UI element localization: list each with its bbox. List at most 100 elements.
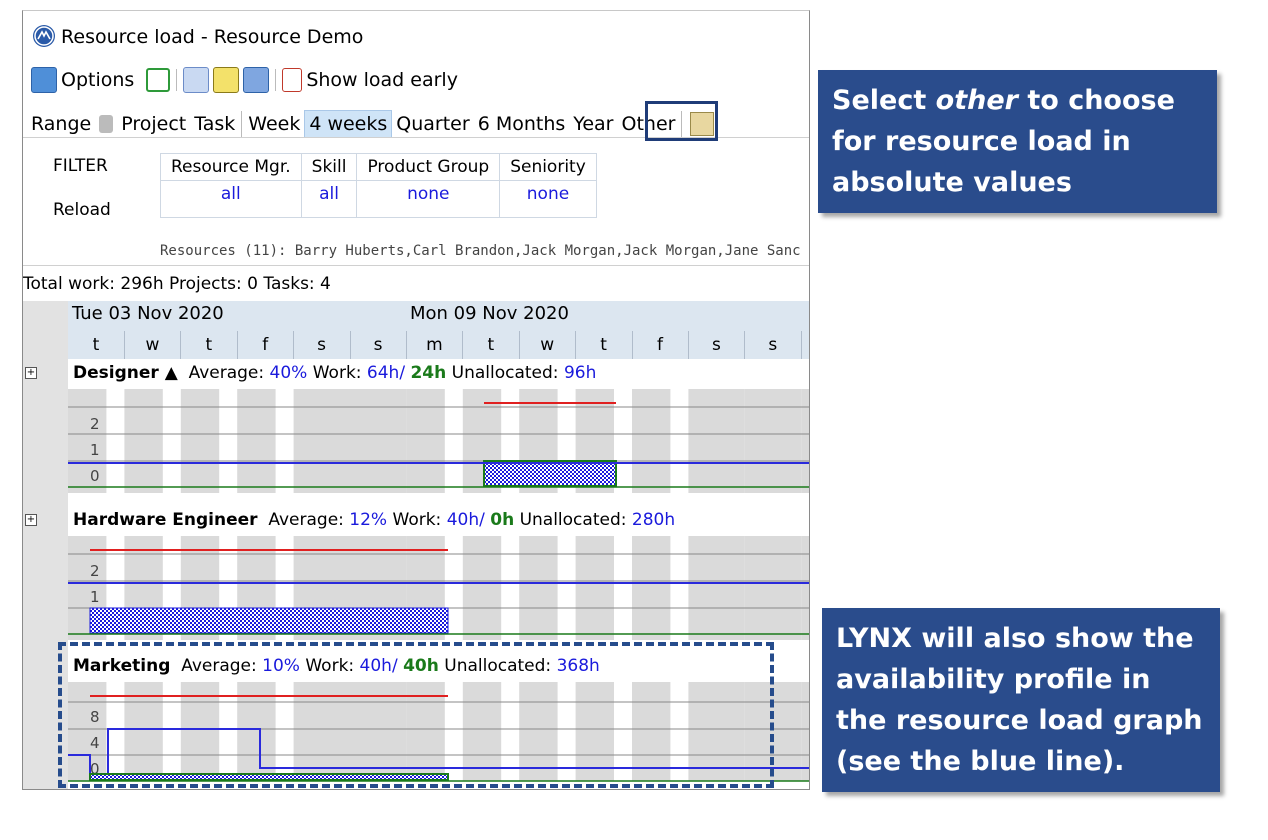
range-project[interactable]: Project (117, 111, 190, 137)
day-cell: w (519, 331, 577, 359)
day-cell: t (576, 331, 633, 359)
week-label: Tue 03 Nov 2020 (72, 303, 224, 324)
work-label: Work: (312, 363, 362, 383)
group-designer: Designer ▲ Average: 40% Work: 64h/ 24h U… (25, 359, 809, 509)
hierarchy-icon[interactable] (282, 68, 303, 92)
filter-value-seniority[interactable]: none (499, 180, 597, 218)
filter-header-skill: Skill (300, 153, 358, 181)
filter-value-skill[interactable]: all (300, 180, 358, 218)
group-header: Hardware Engineer Average: 12% Work: 40h… (73, 510, 675, 530)
day-cell: s (745, 331, 802, 359)
day-column (801, 389, 809, 493)
day-column (237, 389, 276, 493)
range-year[interactable]: Year (569, 111, 617, 137)
day-cell: s (294, 331, 351, 359)
expand-icon[interactable]: + (25, 514, 37, 526)
unallocated-label: Unallocated: (451, 363, 559, 383)
day-cell: f (632, 331, 689, 359)
day-cell: s (688, 331, 746, 359)
week-label: Mon 09 Nov 2020 (410, 303, 569, 324)
day-column (406, 389, 445, 493)
filter-header-seniority: Seniority (499, 153, 597, 181)
work-value: 64h/ (366, 363, 406, 383)
day-cell: m (406, 331, 464, 359)
day-column (575, 536, 614, 640)
filter-table: Resource Mgr. Skill Product Group Senior… (160, 153, 597, 218)
other-highlight-box (645, 101, 718, 141)
toolbar-separator (176, 69, 178, 91)
avg-label: Average: (188, 363, 265, 383)
timeline-header: Tue 03 Nov 2020 Mon 09 Nov 2020 twtfssmt… (68, 301, 809, 359)
range-task[interactable]: Task (190, 111, 239, 137)
group-header: Designer ▲ Average: 40% Work: 64h/ 24h U… (73, 363, 596, 383)
options-icon[interactable] (31, 67, 57, 93)
avg-value: 12% (349, 510, 388, 530)
y-tick: 2 (90, 415, 100, 433)
day-column (293, 389, 350, 493)
app-logo-icon (33, 25, 55, 47)
range-6-months[interactable]: 6 Months (474, 111, 570, 137)
callout-availability: LYNX will also show the availability pro… (822, 608, 1220, 792)
load-chart-icon[interactable] (213, 67, 240, 93)
filter-value-resource-mgr[interactable]: all (160, 180, 302, 218)
unallocated-value: 96h (563, 363, 597, 383)
filter-label: FILTER (53, 156, 108, 176)
group-hardware-engineer: Hardware Engineer Average: 12% Work: 40h… (25, 506, 809, 652)
day-column (801, 682, 809, 781)
day-column (124, 389, 163, 493)
day-cell: t (181, 331, 238, 359)
range-separator (241, 111, 243, 137)
toolbar-separator (275, 69, 277, 91)
marketing-highlight-box (58, 642, 774, 788)
edit-icon[interactable] (243, 67, 270, 93)
day-column (801, 536, 809, 640)
load-bar (89, 607, 449, 634)
day-column (462, 536, 502, 640)
load-bar (483, 460, 617, 487)
filter-header-resource-mgr: Resource Mgr. (160, 153, 302, 181)
spreadsheet-icon[interactable] (146, 68, 171, 92)
reload-button[interactable]: Reload (53, 200, 111, 220)
divider (23, 265, 809, 266)
range-4-weeks[interactable]: 4 weeks (304, 110, 393, 138)
totals-summary: Total work: 296h Projects: 0 Tasks: 4 (23, 274, 331, 294)
work-label: Work: (392, 510, 442, 530)
y-tick: 0 (90, 467, 100, 485)
toolbar: Options Show load early (31, 66, 458, 94)
group-name[interactable]: Designer ▲ (73, 363, 178, 383)
unallocated-label: Unallocated: (519, 510, 627, 530)
expand-icon[interactable]: + (25, 367, 37, 379)
work-allocated: 24h (410, 363, 447, 383)
options-button[interactable]: Options (61, 69, 134, 91)
show-load-early-button[interactable]: Show load early (306, 69, 458, 91)
range-label: Range (31, 113, 92, 135)
day-column (744, 389, 802, 493)
avg-value: 40% (269, 363, 308, 383)
day-cell: t (68, 331, 125, 359)
filter-value-product-group[interactable]: none (356, 180, 501, 218)
day-column (519, 536, 558, 640)
window-title-bar: Resource load - Resource Demo (33, 25, 363, 48)
group-name[interactable]: Hardware Engineer (73, 510, 258, 530)
range-week[interactable]: Week (244, 111, 304, 137)
load-graph-designer: 2 1 0 (68, 389, 809, 493)
work-allocated: 0h (490, 510, 515, 530)
day-column (68, 389, 107, 493)
y-tick: 1 (90, 588, 100, 606)
filter-header-product-group: Product Group (356, 153, 501, 181)
y-tick: 1 (90, 441, 100, 459)
day-column (688, 536, 745, 640)
day-column (632, 536, 671, 640)
resource-icon[interactable] (183, 67, 210, 93)
day-cell: f (237, 331, 295, 359)
work-value: 40h/ (446, 510, 485, 530)
resources-list: Resources (11): Barry Huberts,Carl Brand… (160, 243, 801, 259)
day-column (180, 389, 220, 493)
range-quarter[interactable]: Quarter (392, 111, 473, 137)
lock-icon[interactable] (99, 115, 114, 133)
day-column (350, 389, 407, 493)
day-cell: t (463, 331, 520, 359)
y-tick: 2 (90, 562, 100, 580)
day-cell: w (124, 331, 182, 359)
day-column (744, 536, 802, 640)
